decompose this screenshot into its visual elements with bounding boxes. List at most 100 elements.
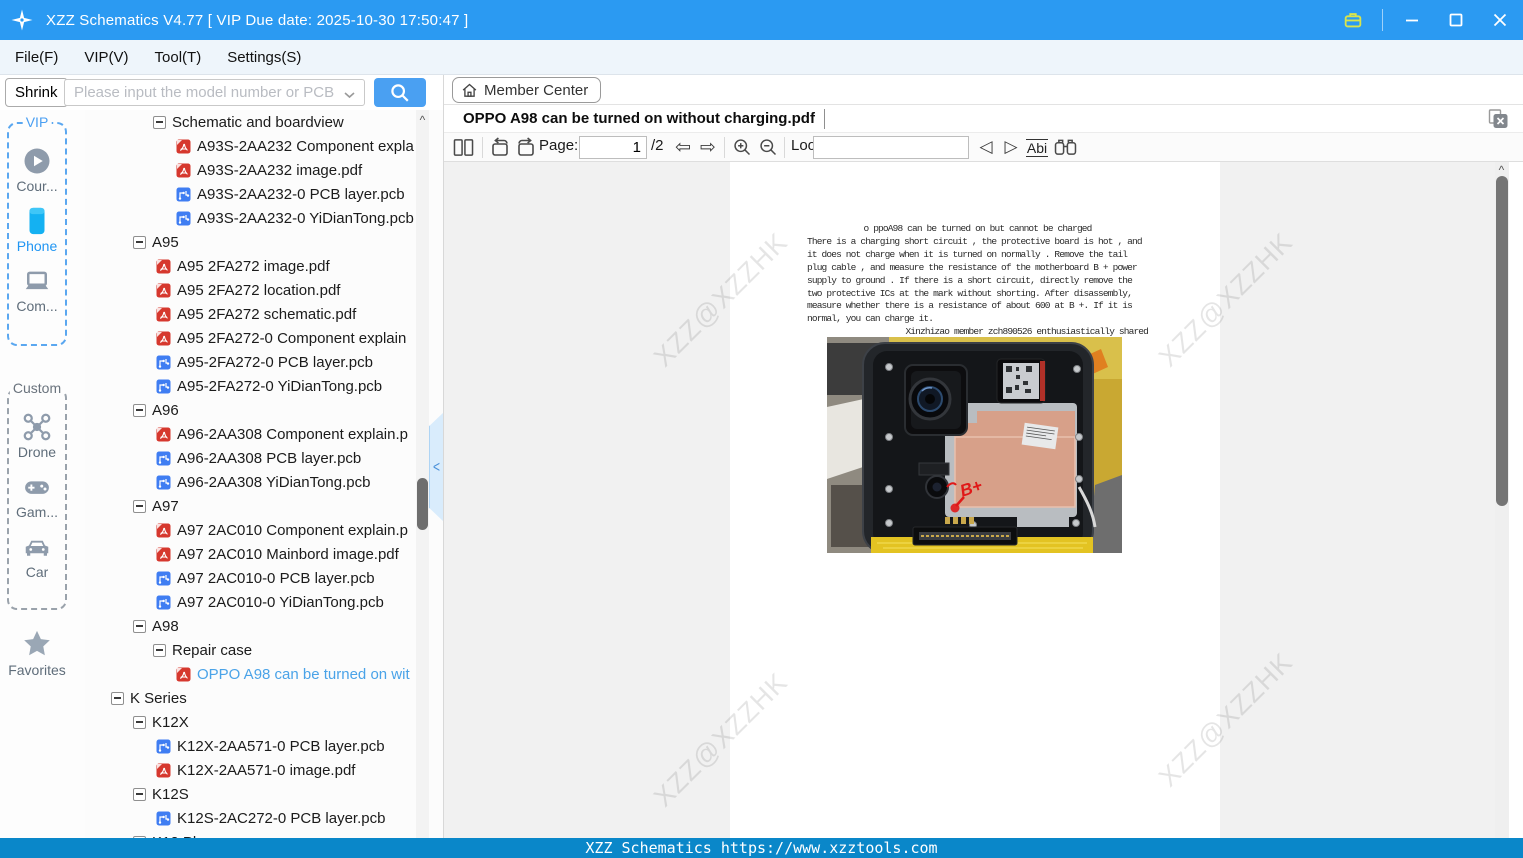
tree-item[interactable]: Repair case xyxy=(85,638,443,662)
next-page-button[interactable]: ⇨ xyxy=(697,136,719,159)
sidebar-item[interactable]: Car xyxy=(9,532,65,580)
maximize-button[interactable] xyxy=(1441,6,1471,34)
sidebar-item-favorites[interactable]: Favorites xyxy=(0,628,74,678)
tree-scroll-up-icon[interactable]: ^ xyxy=(416,112,429,128)
sidebar-item[interactable]: Cour... xyxy=(9,146,65,194)
sidebar-item-label: Cour... xyxy=(16,178,58,194)
binoculars-icon xyxy=(1054,139,1076,155)
highlight-all-button[interactable] xyxy=(1052,136,1078,159)
sidebar-item[interactable]: Gam... xyxy=(9,472,65,520)
tree-item[interactable]: A96-2AA308 PCB layer.pcb xyxy=(85,446,443,470)
two-page-view-button[interactable] xyxy=(451,136,475,159)
close-button[interactable] xyxy=(1485,6,1515,34)
tree-item[interactable]: A95 2FA272 location.pdf xyxy=(85,278,443,302)
tree-item[interactable]: A96 xyxy=(85,398,443,422)
minimize-button[interactable] xyxy=(1397,6,1427,34)
pdf-text-line: normal, you can charge it. xyxy=(807,313,934,325)
collapse-icon[interactable] xyxy=(133,619,146,633)
tree-item[interactable]: K12X-2AA571-0 PCB layer.pcb xyxy=(85,734,443,758)
tree-item[interactable]: A95-2FA272-0 PCB layer.pcb xyxy=(85,350,443,374)
tree-item[interactable]: A93S-2AA232-0 YiDianTong.pcb xyxy=(85,206,443,230)
collapse-icon[interactable] xyxy=(153,115,166,129)
tree-item[interactable]: A97 2AC010 Component explain.p xyxy=(85,518,443,542)
menu-item[interactable]: Settings(S) xyxy=(227,49,301,66)
collapse-icon[interactable] xyxy=(133,715,146,729)
prev-page-button[interactable]: ⇦ xyxy=(672,136,694,159)
tree-item[interactable]: A97 2AC010-0 PCB layer.pcb xyxy=(85,566,443,590)
menu-item[interactable]: File(F) xyxy=(15,49,58,66)
zoom-out-button[interactable] xyxy=(756,136,780,159)
pdf-title-line: o ppoA98 can be turned on but cannot be … xyxy=(863,223,1093,234)
tree-scrollbar[interactable] xyxy=(416,110,429,838)
tree-item[interactable]: A93S-2AA232 image.pdf xyxy=(85,158,443,182)
tree-item-label: A95 2FA272 schematic.pdf xyxy=(177,305,357,323)
tree-item[interactable]: Schematic and boardview xyxy=(85,110,443,134)
sidebar-item-label: Drone xyxy=(17,444,57,460)
pdf-scroll-thumb[interactable] xyxy=(1496,176,1508,506)
toolbox-icon[interactable] xyxy=(1338,6,1368,34)
menu-item[interactable]: VIP(V) xyxy=(84,49,128,66)
tree-item[interactable]: A95 2FA272 image.pdf xyxy=(85,254,443,278)
tree-item[interactable]: K12S xyxy=(85,782,443,806)
member-center-button[interactable]: Member Center xyxy=(452,77,602,103)
pdf-icon xyxy=(156,763,171,777)
pdf-viewer[interactable]: o ppoA98 can be turned on but cannot be … xyxy=(444,162,1509,838)
tree-item[interactable]: A96-2AA308 Component explain.p xyxy=(85,422,443,446)
match-case-button[interactable]: Abi xyxy=(1024,136,1050,159)
collapse-icon[interactable] xyxy=(133,403,146,417)
rotate-left-button[interactable] xyxy=(488,136,512,159)
collapse-icon[interactable] xyxy=(153,643,166,657)
tree-item[interactable]: K Series xyxy=(85,686,443,710)
shrink-button[interactable]: Shrink xyxy=(5,78,68,107)
collapse-icon[interactable] xyxy=(133,499,146,513)
tree-item[interactable]: K12 Pl xyxy=(85,830,443,838)
menu-item[interactable]: Tool(T) xyxy=(155,49,202,66)
close-document-button[interactable] xyxy=(1487,109,1509,129)
tree-item[interactable]: A96-2AA308 YiDianTong.pcb xyxy=(85,470,443,494)
tree-item[interactable]: K12X xyxy=(85,710,443,734)
tree-item[interactable]: OPPO A98 can be turned on wit xyxy=(85,662,443,686)
pdf-scroll-up-icon[interactable]: ^ xyxy=(1495,163,1508,177)
tree-item-label: A97 2AC010-0 YiDianTong.pcb xyxy=(177,593,384,611)
collapse-icon[interactable] xyxy=(111,691,124,705)
collapse-icon[interactable] xyxy=(133,235,146,249)
pdf-text-line: two protective ICs at the mark without s… xyxy=(807,287,1133,299)
rotate-right-button[interactable] xyxy=(514,136,538,159)
tree-item[interactable]: A97 2AC010 Mainbord image.pdf xyxy=(85,542,443,566)
member-center-label: Member Center xyxy=(484,81,589,99)
model-search-input[interactable] xyxy=(64,79,365,106)
pcb-icon xyxy=(156,595,171,609)
tree-item[interactable]: A95-2FA272-0 YiDianTong.pcb xyxy=(85,374,443,398)
pdf-icon xyxy=(156,523,171,537)
tree-item[interactable]: A95 2FA272-0 Component explain xyxy=(85,326,443,350)
tree-item-label: K12S-2AC272-0 PCB layer.pcb xyxy=(177,809,386,827)
tree-item[interactable]: A97 2AC010-0 YiDianTong.pcb xyxy=(85,590,443,614)
sidebar-item[interactable]: Com... xyxy=(9,266,65,314)
motherboard-photo: B+ xyxy=(827,337,1122,553)
document-tab[interactable]: OPPO A98 can be turned on without chargi… xyxy=(463,110,815,127)
tree-item[interactable]: A98 xyxy=(85,614,443,638)
tree-item[interactable]: K12X-2AA571-0 image.pdf xyxy=(85,758,443,782)
tree-item[interactable]: A93S-2AA232 Component expla xyxy=(85,134,443,158)
page-number-input[interactable] xyxy=(579,136,647,159)
panel-splitter-handle[interactable]: < xyxy=(429,412,444,522)
find-next-button[interactable]: ▷ xyxy=(1001,136,1021,159)
sidebar-item[interactable]: Drone xyxy=(9,412,65,460)
collapse-icon[interactable] xyxy=(133,787,146,801)
tree-item[interactable]: A95 xyxy=(85,230,443,254)
tree-item-label: K12X-2AA571-0 PCB layer.pcb xyxy=(177,737,385,755)
tree-item[interactable]: A93S-2AA232-0 PCB layer.pcb xyxy=(85,182,443,206)
tree-item[interactable]: K12S-2AC272-0 PCB layer.pcb xyxy=(85,806,443,830)
find-prev-button[interactable]: ◁ xyxy=(976,136,996,159)
tree-item[interactable]: A97 xyxy=(85,494,443,518)
tree-item-label: A96 xyxy=(152,401,179,419)
sidebar-item[interactable]: Phone xyxy=(9,206,65,254)
tree-scroll-thumb[interactable] xyxy=(417,478,428,530)
zoom-in-button[interactable] xyxy=(730,136,754,159)
search-button[interactable] xyxy=(374,78,426,107)
tree-item[interactable]: A95 2FA272 schematic.pdf xyxy=(85,302,443,326)
tree-item-label: A93S-2AA232 image.pdf xyxy=(197,161,363,179)
lookup-input[interactable] xyxy=(813,136,969,159)
app-window: XZZ Schematics V4.77 [ VIP Due date: 202… xyxy=(0,0,1523,858)
category-rail: VIP Cour... Phone Com... Custom Drone Ga… xyxy=(0,110,85,838)
